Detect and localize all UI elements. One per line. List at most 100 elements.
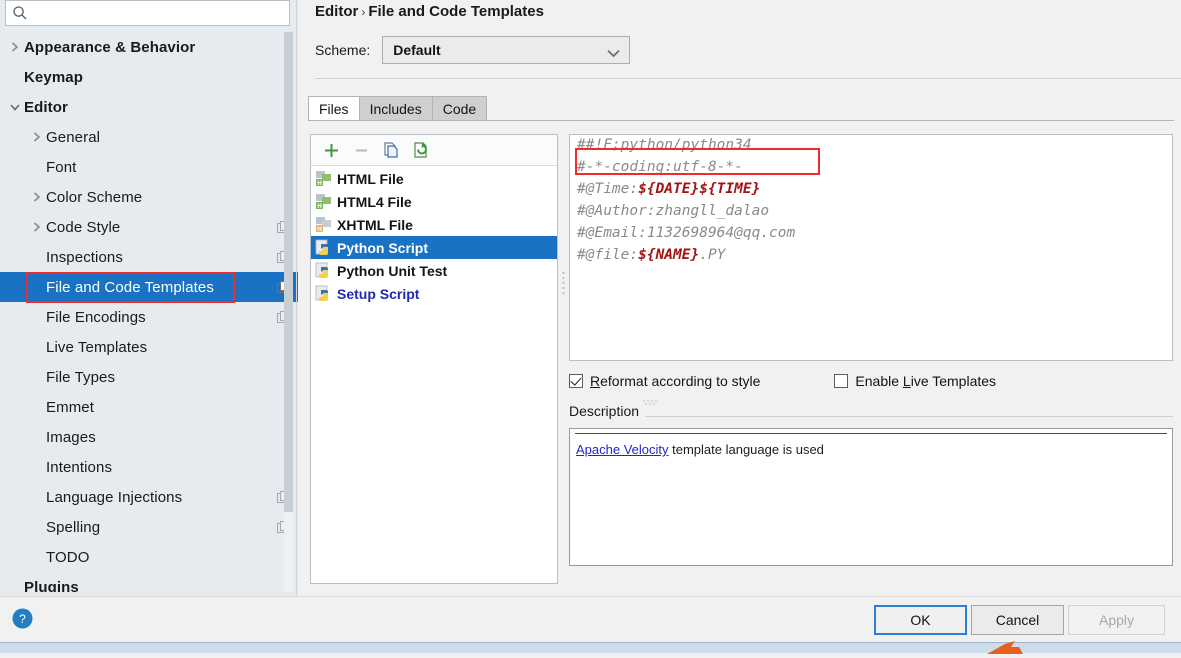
- code-line: #@Email:1132698964@qq.com: [577, 222, 1172, 244]
- tab-label: Code: [442, 101, 477, 117]
- sidebar-scrollbar[interactable]: [284, 32, 293, 592]
- template-list-item-label: HTML File: [337, 170, 404, 187]
- sidebar-item-editor[interactable]: Editor: [0, 92, 298, 122]
- sidebar-item-images[interactable]: Images: [0, 422, 298, 452]
- chevron-right-icon[interactable]: [30, 220, 44, 234]
- sidebar-item-language-injections[interactable]: Language Injections: [0, 482, 298, 512]
- panel-splitter[interactable]: [560, 221, 567, 351]
- sidebar-item-intentions[interactable]: Intentions: [0, 452, 298, 482]
- sidebar-item-keymap[interactable]: Keymap: [0, 62, 298, 92]
- sidebar-item-label: Appearance & Behavior: [24, 38, 196, 56]
- sidebar-item-inspections[interactable]: Inspections: [0, 242, 298, 272]
- scheme-select[interactable]: Default: [382, 36, 631, 64]
- sidebar-item-code-style[interactable]: Code Style: [0, 212, 298, 242]
- sidebar-item-live-templates[interactable]: Live Templates: [0, 332, 298, 362]
- search-input[interactable]: [28, 1, 289, 25]
- code-line: #@file:${NAME}.PY: [577, 244, 1172, 266]
- live-templates-label-pre: Enable: [855, 373, 903, 389]
- html-file-icon: H: [315, 193, 332, 210]
- tree-twisty-placeholder: [8, 580, 22, 592]
- sidebar-item-label: Code Style: [46, 218, 121, 236]
- chevron-right-icon[interactable]: [30, 130, 44, 144]
- live-templates-checkbox[interactable]: [834, 374, 849, 388]
- svg-text:H: H: [317, 181, 321, 187]
- sidebar-item-label: General: [46, 128, 101, 146]
- copy-template-button[interactable]: [376, 137, 406, 163]
- reformat-checkbox[interactable]: [569, 374, 583, 388]
- template-list-toolbar: [311, 135, 557, 166]
- tab-label: Includes: [369, 101, 422, 117]
- sidebar-item-general[interactable]: General: [0, 122, 298, 152]
- breadcrumb: Editor › File and Code Templates: [315, 3, 544, 20]
- tree-twisty-placeholder: [30, 310, 44, 324]
- template-code[interactable]: ##!F;python/python34 #-*-coding:utf-8-*- #…: [570, 135, 1172, 266]
- reformat-mnemonic: R: [590, 373, 601, 389]
- template-list-item-label: XHTML File: [337, 216, 413, 233]
- chevron-down-icon[interactable]: [8, 100, 22, 114]
- sidebar-item-spelling[interactable]: Spelling: [0, 512, 298, 542]
- reformat-checkbox-row[interactable]: Reformat according to style: [569, 373, 760, 389]
- chevron-right-icon[interactable]: [30, 190, 44, 204]
- add-template-button[interactable]: [316, 137, 346, 163]
- help-icon[interactable]: ?: [12, 608, 33, 629]
- code-text: #@file:: [577, 247, 639, 263]
- template-list-item-label: Python Unit Test: [337, 262, 448, 279]
- description-title-rule: [643, 416, 1173, 417]
- template-list-item[interactable]: Python Script: [311, 236, 557, 259]
- template-list-item[interactable]: H HTML4 File: [311, 190, 557, 213]
- tab-label: Files: [319, 100, 349, 117]
- reformat-label: Reformat according to style: [590, 373, 760, 389]
- breadcrumb-root[interactable]: Editor: [315, 3, 358, 20]
- tree-twisty-placeholder: [30, 460, 44, 474]
- template-list-item[interactable]: Python Unit Test: [311, 259, 557, 282]
- description-box: Apache Velocity template language is use…: [569, 428, 1173, 566]
- template-list-item[interactable]: Setup Script: [311, 282, 557, 305]
- sidebar-item-label: Font: [46, 158, 77, 176]
- sidebar-item-emmet[interactable]: Emmet: [0, 392, 298, 422]
- sidebar-item-file-encodings[interactable]: File Encodings: [0, 302, 298, 332]
- settings-tree: Appearance & Behavior Keymap Editor General…: [0, 32, 298, 592]
- tab-includes[interactable]: Includes: [358, 96, 433, 121]
- template-text-editor[interactable]: ##!F;python/python34 #-*-coding:utf-8-*- #…: [569, 134, 1173, 361]
- template-variable: ${NAME}: [638, 247, 700, 263]
- sidebar-scrollbar-thumb[interactable]: [284, 32, 293, 512]
- sidebar-item-label: File and Code Templates: [46, 278, 214, 296]
- apply-button[interactable]: Apply: [1068, 605, 1165, 635]
- sidebar-item-label: TODO: [46, 548, 90, 566]
- sidebar-item-file-and-code-templates[interactable]: File and Code Templates: [0, 272, 298, 302]
- sidebar-item-font[interactable]: Font: [0, 152, 298, 182]
- sidebar-item-label: Intentions: [46, 458, 113, 476]
- search-icon: [12, 5, 28, 21]
- ok-button[interactable]: OK: [874, 605, 967, 635]
- template-list-item-label: HTML4 File: [337, 193, 412, 210]
- resize-dots-icon: [643, 393, 659, 405]
- description-title: Description: [569, 403, 646, 419]
- sidebar-item-plugins[interactable]: Plugins: [0, 572, 298, 593]
- tree-twisty-placeholder: [30, 520, 44, 534]
- live-templates-checkbox-row[interactable]: Enable Live Templates: [834, 373, 996, 389]
- code-text: .PY: [699, 247, 726, 263]
- remove-template-button[interactable]: [346, 137, 376, 163]
- scheme-row: Scheme: Default: [315, 36, 631, 64]
- cancel-button[interactable]: Cancel: [971, 605, 1064, 635]
- template-list-item[interactable]: H XHTML File: [311, 213, 557, 236]
- sidebar-item-file-types[interactable]: File Types: [0, 362, 298, 392]
- template-list-item-label: Setup Script: [337, 285, 420, 302]
- template-variable: ${DATE}${TIME}: [638, 181, 761, 197]
- template-list-panel: H HTML File H HTML4 File H XHTML File Python S…: [310, 134, 558, 584]
- apache-velocity-link[interactable]: Apache Velocity: [576, 442, 669, 457]
- tree-twisty-placeholder: [30, 400, 44, 414]
- search-box[interactable]: [5, 0, 290, 26]
- templates-panel: H HTML File H HTML4 File H XHTML File Python S…: [308, 121, 1174, 588]
- sidebar-item-todo[interactable]: TODO: [0, 542, 298, 572]
- sidebar-item-color-scheme[interactable]: Color Scheme: [0, 182, 298, 212]
- template-list: H HTML File H HTML4 File H XHTML File Python S…: [311, 166, 557, 305]
- reset-template-button[interactable]: [406, 137, 436, 163]
- tab-strip: Files Includes Code: [308, 95, 488, 121]
- tree-twisty-placeholder: [30, 370, 44, 384]
- chevron-right-icon[interactable]: [8, 40, 22, 54]
- tab-files[interactable]: Files: [308, 96, 360, 121]
- template-list-item[interactable]: H HTML File: [311, 167, 557, 190]
- sidebar-item-appearance-behavior[interactable]: Appearance & Behavior: [0, 32, 298, 62]
- tab-code[interactable]: Code: [431, 96, 488, 121]
